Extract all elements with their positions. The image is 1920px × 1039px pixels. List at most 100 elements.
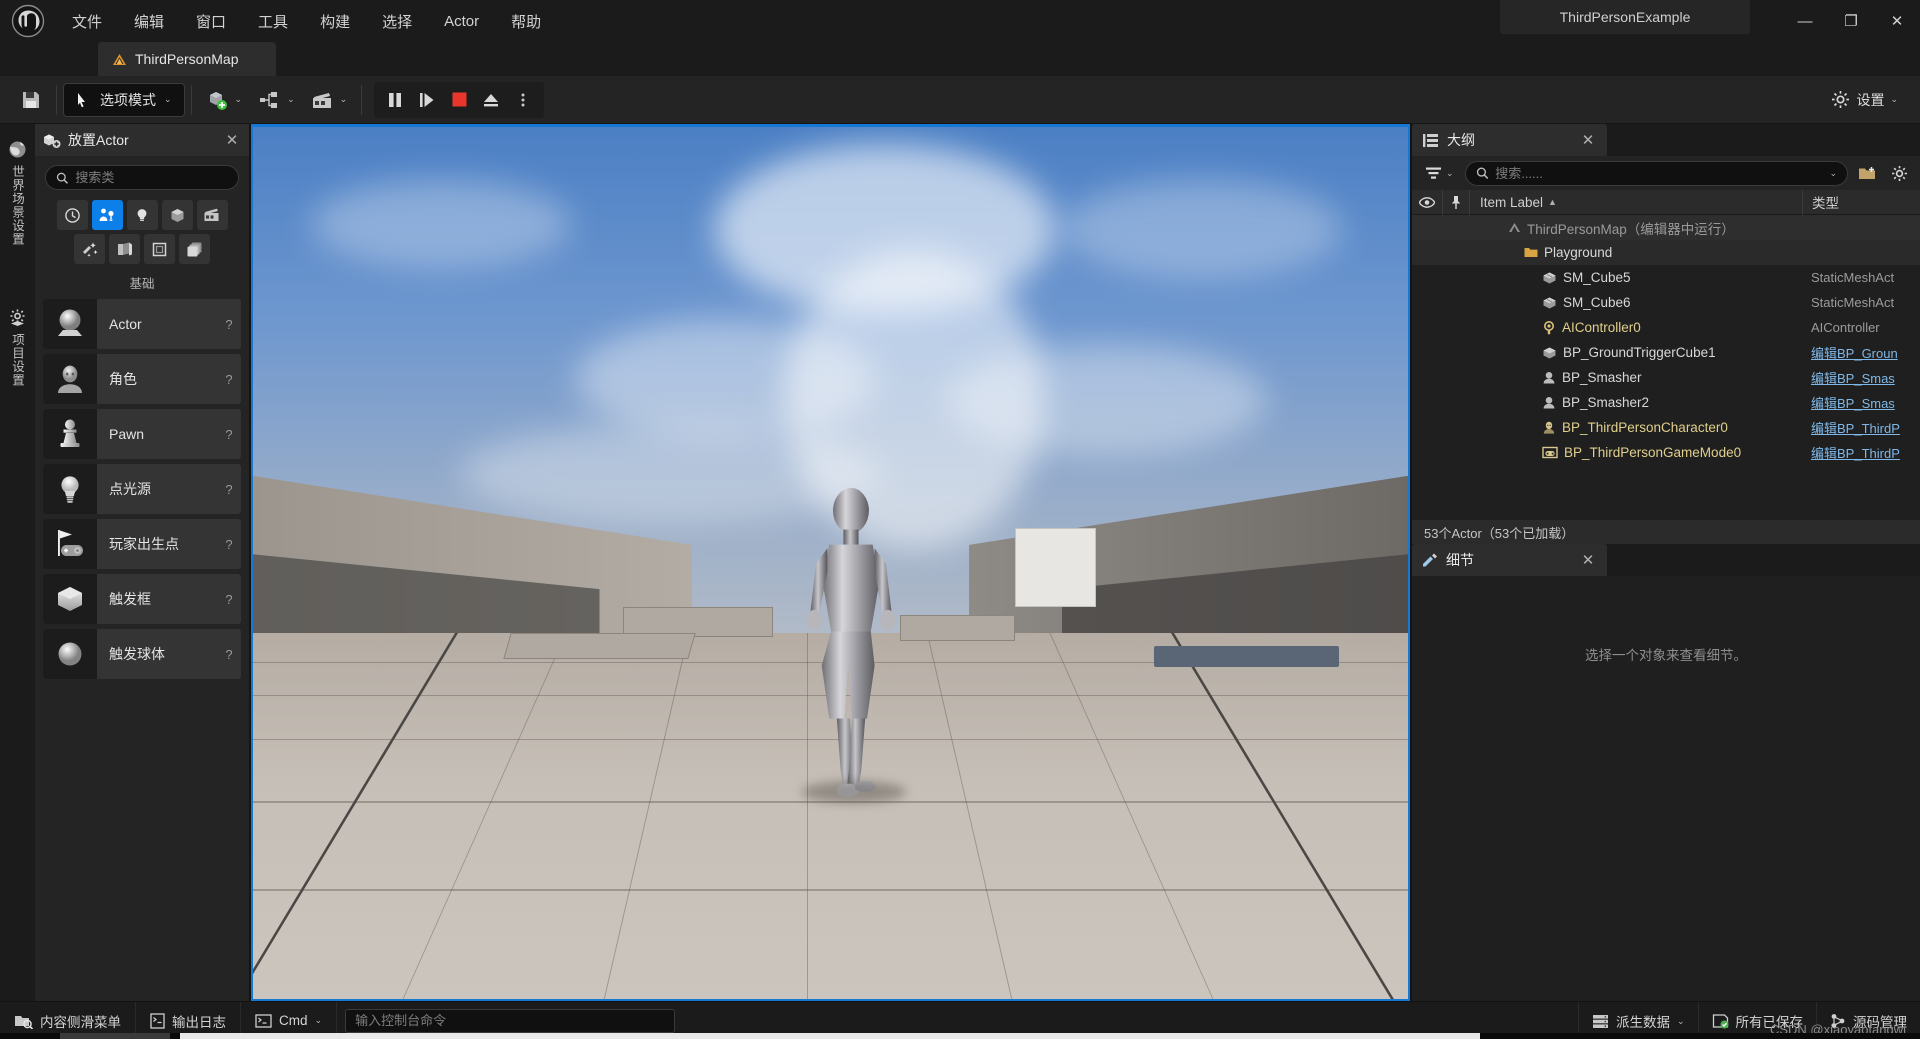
table-row[interactable]: BP_Smasher 编辑BP_Smas [1412,365,1920,390]
sidebar-item-project-settings[interactable]: 项目设置 [2,300,33,395]
console-input[interactable] [355,1013,666,1028]
help-icon[interactable]: ? [217,317,241,332]
minimize-button[interactable]: — [1782,0,1828,42]
list-item-actor[interactable]: Actor ? [43,299,241,349]
save-button[interactable] [12,83,50,117]
column-item-label[interactable]: Item Label ▲ [1470,195,1802,210]
outliner-settings-button[interactable] [1886,160,1912,186]
row-label: Playground [1544,245,1613,260]
mode-selector-button[interactable]: 选项模式 ⌄ [63,82,185,117]
search-input[interactable] [75,170,228,185]
panel-title: 放置Actor [68,132,129,148]
menu-item-help[interactable]: 帮助 [495,0,557,42]
list-item-pawn[interactable]: Pawn ? [43,409,241,459]
category-geometry[interactable] [109,234,140,264]
list-item-trigger-box[interactable]: 触发框 ? [43,574,241,624]
place-actor-search[interactable] [45,165,239,190]
tab-details[interactable]: 细节 ✕ [1412,544,1607,576]
main-toolbar: 选项模式 ⌄ ⌄ ⌄ ⌄ 设置 ⌄ [0,76,1920,124]
cinematics-button[interactable]: ⌄ [303,83,356,117]
pause-button[interactable] [380,84,410,116]
new-folder-button[interactable] [1854,160,1880,186]
ramp-slab [503,632,696,659]
table-row[interactable]: BP_GroundTriggerCube1 编辑BP_Groun [1412,340,1920,365]
row-type[interactable]: 编辑BP_Smas [1802,368,1920,387]
table-row[interactable]: SM_Cube6 StaticMeshAct [1412,290,1920,315]
list-item-label: 玩家出生点 [109,536,179,552]
table-row[interactable]: BP_ThirdPersonGameMode0 编辑BP_ThirdP [1412,440,1920,465]
row-type[interactable]: 编辑BP_Groun [1802,343,1920,362]
menu-item-edit[interactable]: 编辑 [118,0,180,42]
list-item-player-start[interactable]: 玩家出生点 ? [43,519,241,569]
category-cinematic[interactable] [196,200,228,230]
category-all-classes[interactable] [179,234,210,264]
mesh-icon [1543,297,1556,309]
menu-item-tools[interactable]: 工具 [242,0,304,42]
eye-icon[interactable] [1412,196,1442,208]
level-viewport[interactable] [251,124,1410,1001]
category-lights[interactable] [126,200,158,230]
table-row[interactable]: BP_Smasher2 编辑BP_Smas [1412,390,1920,415]
details-icon [1423,553,1437,567]
menu-item-build[interactable]: 构建 [304,0,366,42]
unreal-logo-icon[interactable] [0,0,56,42]
play-options-button[interactable] [508,84,538,116]
row-type: StaticMeshAct [1811,270,1895,285]
list-item-trigger-sphere[interactable]: 触发球体 ? [43,629,241,679]
table-row[interactable]: AIController0 AIController [1412,315,1920,340]
cloud [310,179,571,270]
category-recent[interactable] [56,200,88,230]
help-icon[interactable]: ? [217,372,241,387]
help-icon[interactable]: ? [217,592,241,607]
tab-outliner[interactable]: 大纲 ✕ [1412,124,1607,156]
category-visual-effects[interactable] [74,234,105,264]
category-volumes[interactable] [144,234,175,264]
eject-icon [484,93,499,106]
row-type[interactable]: 编辑BP_ThirdP [1802,418,1920,437]
frame-step-button[interactable] [412,84,442,116]
add-actor-button[interactable]: ⌄ [198,83,251,117]
place-actor-category-grid [35,196,249,264]
console-command-input[interactable] [345,1008,676,1033]
row-label: BP_GroundTriggerCube1 [1563,345,1716,360]
column-type[interactable]: 类型 [1802,189,1920,215]
table-row[interactable]: ThirdPersonMap（编辑器中运行） [1412,215,1920,240]
list-item-character[interactable]: 角色 ? [43,354,241,404]
close-button[interactable]: ✕ [1874,0,1920,42]
outliner-search[interactable]: ⌄ [1464,160,1848,186]
eject-button[interactable] [476,84,506,116]
list-item-point-light[interactable]: 点光源 ? [43,464,241,514]
category-basic[interactable] [91,200,123,230]
menu-item-list: 文件 编辑 窗口 工具 构建 选择 Actor 帮助 [56,0,557,42]
filter-button[interactable]: ⌄ [1420,160,1459,186]
category-shapes[interactable] [161,200,193,230]
table-row[interactable]: BP_ThirdPersonCharacter0 编辑BP_ThirdP [1412,415,1920,440]
help-icon[interactable]: ? [217,427,241,442]
menu-item-file[interactable]: 文件 [56,0,118,42]
pin-icon[interactable] [1442,189,1470,215]
maximize-button[interactable]: ❐ [1828,0,1874,42]
table-row[interactable]: SM_Cube5 StaticMeshAct [1412,265,1920,290]
table-row[interactable]: Playground [1412,240,1920,265]
sidebar-item-world-settings[interactable]: 世界场景设置 [2,132,33,254]
chevron-down-icon[interactable]: ⌄ [1829,168,1837,179]
close-icon[interactable]: ✕ [1579,131,1597,149]
close-icon[interactable]: ✕ [223,131,241,149]
menu-item-actor[interactable]: Actor [428,0,495,42]
menu-item-window[interactable]: 窗口 [180,0,242,42]
category-label: 基础 [129,277,155,291]
stop-button[interactable] [444,84,474,116]
close-icon[interactable]: ✕ [1579,551,1597,569]
tab-thirdpersonmap[interactable]: ThirdPersonMap [98,42,276,76]
row-type[interactable]: 编辑BP_ThirdP [1802,443,1920,462]
help-icon[interactable]: ? [217,647,241,662]
outliner-search-input[interactable] [1495,165,1823,181]
menu-item-select[interactable]: 选择 [366,0,428,42]
mode-label: 选项模式 [100,91,156,108]
help-icon[interactable]: ? [217,482,241,497]
blueprint-button[interactable]: ⌄ [250,83,303,117]
place-actor-header[interactable]: 放置Actor ✕ [35,124,249,156]
row-type[interactable]: 编辑BP_Smas [1802,393,1920,412]
help-icon[interactable]: ? [217,537,241,552]
settings-button[interactable]: 设置 ⌄ [1821,83,1908,117]
